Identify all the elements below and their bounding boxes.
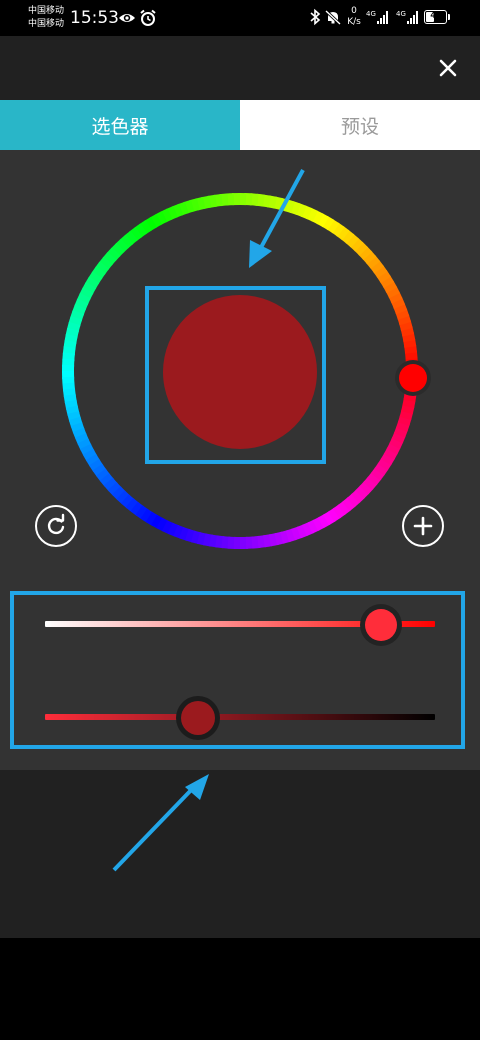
svg-text:4G: 4G [366, 10, 376, 18]
saturation-thumb-fill [365, 609, 397, 641]
battery-level: 47 [430, 10, 441, 20]
bluetooth-icon [310, 8, 321, 26]
refresh-icon [47, 513, 65, 535]
bottom-area [0, 938, 480, 1040]
battery-tip [448, 14, 450, 20]
network-speed: 0 K/s [347, 6, 361, 27]
status-time: 15:53 [70, 8, 119, 28]
close-button[interactable] [432, 52, 464, 84]
brightness-slider-thumb[interactable] [176, 696, 220, 740]
battery-icon: 47 [424, 10, 447, 24]
saturation-slider-thumb[interactable] [360, 604, 402, 646]
app-header [0, 36, 480, 100]
plus-icon [413, 516, 433, 536]
add-button[interactable] [402, 505, 444, 547]
mute-bell-icon [324, 9, 342, 26]
tab-color-picker[interactable]: 选色器 [0, 100, 240, 150]
close-icon [439, 59, 457, 77]
brightness-slider[interactable] [45, 714, 435, 720]
eye-icon [119, 14, 135, 22]
hue-handle[interactable] [395, 360, 431, 396]
status-bar: 中国移动 中国移动 15:53 0 K/s 4G 4G 47 [0, 0, 480, 36]
lower-area [0, 770, 480, 938]
signal-icon: 4G 4G [366, 9, 422, 30]
carrier-1: 中国移动 [28, 6, 65, 16]
reset-button[interactable] [35, 505, 77, 547]
carrier-2: 中国移动 [28, 19, 65, 29]
brightness-thumb-fill [181, 701, 215, 735]
tab-presets[interactable]: 预设 [240, 100, 480, 150]
color-preview-circle [163, 295, 317, 449]
svg-text:4G: 4G [396, 10, 406, 18]
hue-handle-fill [399, 364, 427, 392]
alarm-icon [140, 9, 156, 26]
